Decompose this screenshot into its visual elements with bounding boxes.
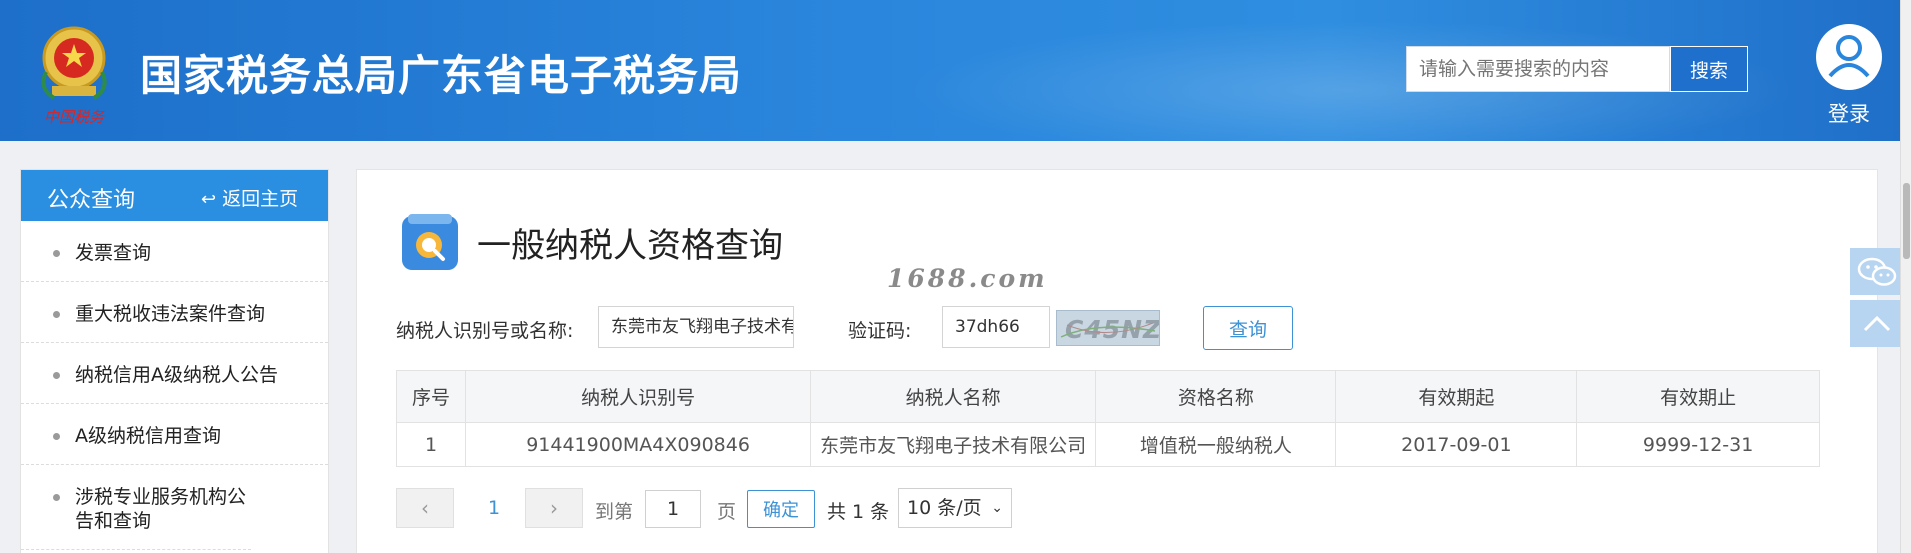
- scrollbar-thumb[interactable]: [1903, 183, 1910, 259]
- sidebar-item-a-level-announcement[interactable]: 纳税信用A级纳税人公告: [21, 343, 328, 404]
- cell-taxpayer-id: 91441900MA4X090846: [465, 422, 812, 467]
- column-header-taxpayer-id: 纳税人识别号: [465, 370, 812, 423]
- taxpayer-input[interactable]: 东莞市友飞翔电子技术有限公司: [598, 306, 794, 348]
- captcha-input[interactable]: 37dh66: [942, 306, 1050, 348]
- tax-emblem-logo: 中国税务: [41, 26, 107, 126]
- cell-qualification: 增值税一般纳税人: [1095, 422, 1337, 467]
- captcha-label: 验证码:: [848, 320, 912, 342]
- search-button[interactable]: 搜索: [1670, 46, 1748, 92]
- sidebar: 公众查询 ↩ 返回主页 发票查询 重大税收违法案件查询 纳税信用A级纳税人公告 A…: [20, 169, 329, 553]
- wechat-float-button[interactable]: [1850, 248, 1904, 295]
- column-header-qualification: 资格名称: [1095, 370, 1337, 423]
- login-label[interactable]: 登录: [1814, 98, 1884, 128]
- captcha-noise-lines: [1060, 322, 1156, 338]
- page-unit-label: 页: [717, 501, 737, 523]
- goto-label: 到第: [595, 501, 634, 523]
- cell-taxpayer-name: 东莞市友飞翔电子技术有限公司: [810, 422, 1097, 467]
- wechat-icon[interactable]: [1850, 248, 1904, 295]
- user-avatar-icon[interactable]: [1816, 24, 1882, 90]
- site-title: 国家税务总局广东省电子税务局: [140, 51, 743, 100]
- current-page-number[interactable]: 1: [488, 497, 500, 519]
- sidebar-item-label[interactable]: 涉税专业服务机构公告和查询: [75, 486, 246, 532]
- column-header-taxpayer-name: 纳税人名称: [810, 370, 1097, 423]
- chevron-up-icon[interactable]: [1850, 300, 1904, 347]
- page-size-value[interactable]: 10 条/页: [907, 497, 982, 519]
- captcha-image[interactable]: C45NZZ: [1056, 310, 1160, 346]
- back-home-link[interactable]: ↩ 返回主页: [201, 184, 298, 211]
- column-header-valid-from: 有效期起: [1335, 370, 1578, 423]
- sidebar-title: 公众查询: [47, 188, 136, 213]
- main-panel: 一般纳税人资格查询 1688.com 纳税人识别号或名称: 东莞市友飞翔电子技术…: [356, 169, 1878, 553]
- result-table: 序号 纳税人识别号 纳税人名称 资格名称 有效期起 有效期止 1 9144190…: [395, 370, 1820, 467]
- chevron-down-icon: ⌄: [991, 500, 1003, 516]
- sidebar-item-tax-service-agency[interactable]: 涉税专业服务机构公告和查询: [21, 465, 251, 550]
- table-header-row: 序号 纳税人识别号 纳税人名称 资格名称 有效期起 有效期止: [395, 370, 1820, 423]
- sidebar-item-tax-violation-query[interactable]: 重大税收违法案件查询: [21, 282, 328, 343]
- prev-page-button[interactable]: ‹: [396, 488, 454, 528]
- next-page-button[interactable]: ›: [525, 488, 583, 528]
- search-input[interactable]: [1406, 46, 1670, 92]
- total-count: 共 1 条: [827, 501, 890, 523]
- page-size-select[interactable]: 10 条/页 ⌄: [898, 488, 1012, 528]
- column-header-valid-to: 有效期止: [1576, 370, 1820, 423]
- sidebar-item-a-level-credit-query[interactable]: A级纳税信用查询: [21, 404, 328, 465]
- cell-valid-to: 9999-12-31: [1576, 422, 1820, 467]
- cell-index: 1: [395, 422, 467, 467]
- cell-valid-from: 2017-09-01: [1335, 422, 1578, 467]
- page-scrollbar[interactable]: [1900, 0, 1911, 553]
- query-page-icon: [402, 214, 458, 270]
- back-to-top-button[interactable]: [1850, 300, 1904, 347]
- sidebar-header: 公众查询 ↩ 返回主页: [21, 170, 328, 221]
- watermark: 1688.com: [887, 264, 1048, 293]
- header: 中国税务 国家税务总局广东省电子税务局 搜索 登录: [0, 0, 1900, 141]
- column-header-index: 序号: [395, 370, 467, 423]
- query-button[interactable]: 查询: [1203, 306, 1293, 350]
- goto-page-input[interactable]: [645, 490, 701, 528]
- back-home-label[interactable]: 返回主页: [222, 188, 298, 210]
- emblem-caption: 中国税务: [44, 108, 106, 126]
- page-title: 一般纳税人资格查询: [477, 226, 783, 266]
- login-button[interactable]: 登录: [1814, 24, 1884, 128]
- table-row: 1 91441900MA4X090846 东莞市友飞翔电子技术有限公司 增值税一…: [395, 422, 1820, 467]
- sidebar-item-invoice-query[interactable]: 发票查询: [21, 221, 328, 282]
- back-arrow-icon: ↩: [201, 189, 217, 210]
- taxpayer-label: 纳税人识别号或名称:: [396, 320, 574, 342]
- goto-confirm-button[interactable]: 确定: [747, 490, 815, 528]
